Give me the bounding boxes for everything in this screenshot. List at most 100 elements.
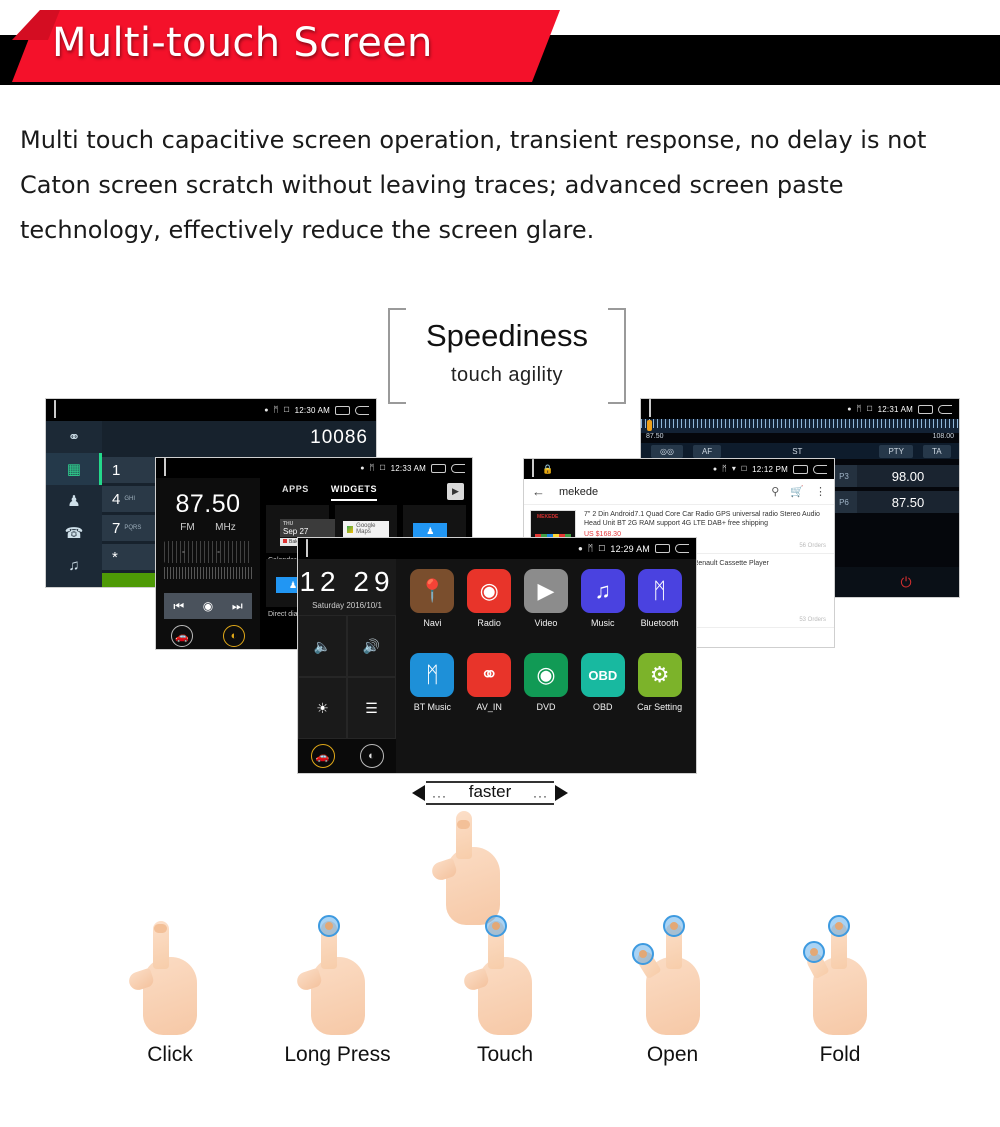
car-icon[interactable]: 🚗	[171, 625, 193, 647]
home-icon[interactable]	[532, 459, 534, 478]
widget-label: Direct dial	[268, 611, 300, 618]
frequency-scale[interactable]	[641, 419, 959, 433]
af-button[interactable]: AF	[692, 444, 722, 458]
location-icon: ●	[360, 464, 365, 472]
gesture-label: Long Press	[284, 1043, 391, 1066]
gesture-label: Open	[646, 1043, 699, 1066]
clock-quick-panel: 12 29 Saturday 2016/10/1 🔈 🔊 ☀ ☰ 🚗 ◐	[298, 559, 396, 773]
scale-min-label: 87.50	[646, 433, 664, 440]
back-arrow-icon[interactable]: ←	[532, 484, 545, 499]
touch-point-icon	[803, 941, 825, 963]
touch-point-icon	[662, 915, 685, 937]
page-title: Multi-touch Screen	[52, 20, 433, 66]
volume-down-button[interactable]: 🔈	[298, 615, 347, 677]
product-description: 7" 2 Din Android7.1 Quad Core Car Radio …	[584, 511, 820, 527]
app-radio[interactable]: ◉ Radio	[467, 569, 512, 653]
screenshot-home-launcher[interactable]: ● ᛗ ☐ 12:29 AM 12 29 Saturday 2016/10/1 …	[297, 537, 697, 774]
pty-button[interactable]: PTY	[879, 444, 913, 458]
prev-icon[interactable]: ⏮	[173, 599, 184, 614]
page-root: Multi-touch Screen Multi touch capacitiv…	[0, 0, 1000, 1127]
st-button[interactable]: ST	[783, 445, 811, 458]
tab-apps[interactable]: APPS	[282, 484, 309, 501]
product-orders: 53 Orders	[799, 617, 826, 623]
clock-hours: 12	[299, 566, 341, 597]
recents-icon[interactable]	[335, 405, 350, 415]
music-icon: ♫	[580, 569, 625, 613]
next-icon[interactable]: ⏭	[232, 599, 243, 614]
location-icon: ●	[847, 405, 852, 413]
gesture-open: Open	[598, 915, 748, 1067]
back-icon[interactable]	[813, 464, 827, 474]
radio-widget-unit: MHz	[215, 522, 236, 533]
recents-icon[interactable]	[655, 544, 670, 553]
preset-row[interactable]: P3 98.00	[831, 465, 959, 487]
gear-icon: ⚙	[637, 653, 682, 697]
scale-max-label: 108.00	[932, 433, 954, 440]
app-bluetooth[interactable]: ᛗ Bluetooth	[637, 569, 682, 653]
app-car-setting[interactable]: ⚙ Car Setting	[637, 653, 682, 737]
brightness-button[interactable]: ☀	[298, 677, 347, 739]
home-icon[interactable]	[649, 399, 651, 418]
rds-icon[interactable]: ◎◎	[651, 444, 683, 458]
cart-icon[interactable]: 🛒	[790, 485, 804, 498]
back-icon[interactable]	[675, 544, 689, 553]
home-icon[interactable]	[164, 458, 166, 477]
description-text: Multi touch capacitive screen operation,…	[20, 118, 960, 253]
equalizer-button[interactable]: ☰	[347, 677, 396, 739]
video-icon: ▶	[523, 569, 568, 613]
maps-icon	[346, 525, 354, 533]
gesture-click: Click	[95, 915, 245, 1067]
sidebar-item-link[interactable]: ⚭	[46, 421, 102, 453]
app-label: Music	[591, 618, 615, 628]
recents-icon[interactable]	[918, 404, 933, 414]
sidebar-item-dialpad[interactable]: ▦	[46, 453, 102, 485]
sidebar-item-call-log[interactable]: ☎	[46, 517, 102, 549]
recents-icon[interactable]	[793, 464, 808, 474]
tab-widgets[interactable]: WIDGETS	[330, 484, 378, 501]
recents-icon[interactable]	[431, 463, 446, 473]
play-store-icon[interactable]: ▶	[447, 483, 464, 500]
ta-button[interactable]: TA	[923, 444, 951, 458]
app-obd[interactable]: OBD OBD	[580, 653, 625, 737]
apps-tabs: APPS WIDGETS	[260, 478, 472, 501]
app-label: Navi	[423, 618, 442, 628]
bluetooth-icon: ᛗ	[587, 543, 594, 553]
app-av-in[interactable]: ⚭ AV_IN	[467, 653, 512, 737]
volume-up-button[interactable]: 🔊	[347, 615, 396, 677]
sim-icon: ☐	[598, 543, 606, 553]
apps-grid-icon[interactable]: ◐	[223, 625, 245, 647]
palm-shape	[310, 957, 365, 1035]
radio-widget-controls[interactable]: ⏮ ◉ ⏭	[164, 593, 252, 619]
all-apps-icon[interactable]: ◐	[359, 744, 384, 768]
antenna-icon[interactable]: ◉	[203, 599, 213, 613]
overflow-menu-icon[interactable]: ⋮	[815, 485, 826, 498]
app-bt-music[interactable]: ᛗ BT Music	[410, 653, 455, 737]
search-icon[interactable]: ⚲	[771, 485, 779, 498]
dvd-icon: ◉	[523, 653, 568, 697]
radio-widget[interactable]: 87.50 FM MHz ⏮ ◉ ⏭ 🚗 ◐	[156, 478, 260, 649]
app-label: AV_IN	[476, 702, 502, 712]
app-label: Video	[534, 618, 558, 628]
app-video[interactable]: ▶ Video	[523, 569, 568, 653]
sidebar-item-music[interactable]: ♫	[46, 549, 102, 581]
back-icon[interactable]	[451, 463, 465, 473]
sidebar-item-contacts[interactable]: ♟	[46, 485, 102, 517]
home-status-bar: ● ᛗ ☐ 12:29 AM	[298, 538, 696, 559]
home-icon[interactable]	[54, 400, 56, 419]
back-icon[interactable]	[938, 404, 952, 414]
home-icon[interactable]	[306, 538, 308, 558]
av-in-icon: ⚭	[467, 653, 512, 697]
lock-icon: 🔒	[542, 463, 554, 474]
back-icon[interactable]	[355, 405, 369, 415]
preset-row[interactable]: P6 87.50	[831, 491, 959, 513]
frequency-marker[interactable]	[647, 420, 652, 431]
app-music[interactable]: ♫ Music	[580, 569, 625, 653]
app-dvd[interactable]: ◉ DVD	[523, 653, 568, 737]
car-icon[interactable]: 🚗	[310, 744, 335, 768]
gesture-long-press: Long Press	[263, 915, 413, 1067]
app-label: Radio	[477, 618, 501, 628]
app-label: OBD	[593, 702, 613, 712]
obd-icon: OBD	[580, 653, 625, 697]
power-icon[interactable]: ⏻	[901, 574, 912, 591]
app-navi[interactable]: 📍 Navi	[410, 569, 455, 653]
